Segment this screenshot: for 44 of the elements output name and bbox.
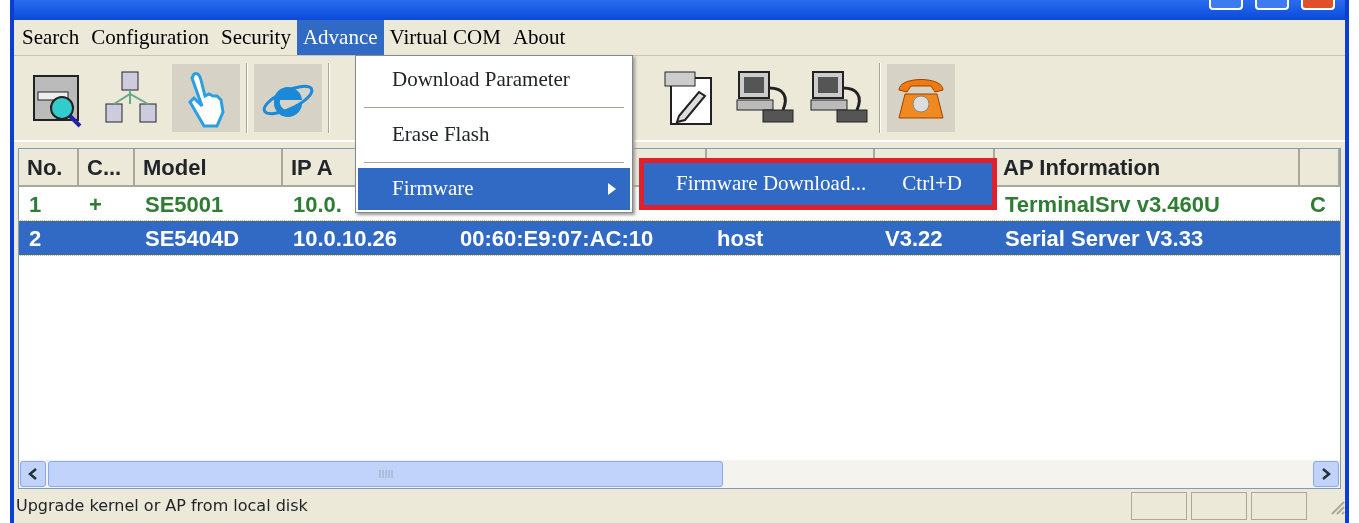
menu-item[interactable]: About [506,20,572,55]
column-header[interactable]: No. [19,149,79,187]
grip-icon [378,470,393,478]
status-panel [1191,492,1247,520]
menu-item[interactable]: Erase Flash [358,113,630,157]
table-cell-text: C [1309,190,1327,219]
scroll-thumb[interactable] [48,461,723,487]
menu-item[interactable]: Search [16,20,86,55]
menu-item[interactable]: Security [214,20,297,55]
maximize-button[interactable] [1255,0,1289,10]
close-button[interactable] [1301,0,1335,10]
column-header[interactable]: AP Information [995,149,1300,187]
menu-item-label: Firmware [392,175,474,203]
horizontal-scrollbar[interactable] [19,460,1340,488]
table-cell-text: host [716,224,765,253]
menu-item[interactable]: Configuration [85,20,215,55]
scroll-left-button[interactable] [20,461,46,487]
column-header[interactable]: C... [79,149,135,187]
scroll-right-button[interactable] [1313,461,1339,487]
menu-item-label: Download Parameter [392,66,570,94]
table-cell-text: V3.22 [884,224,944,253]
submenu-arrow-icon [608,183,616,195]
status-text: Upgrade kernel or AP from local disk [16,495,308,517]
status-panel [1131,492,1187,520]
menu-item-label: Firmware Download... [676,170,867,198]
table-cell-text: SE5001 [144,190,225,219]
shortcut-text: Ctrl+D [902,170,962,198]
table-cell-text: 1 [28,190,43,219]
table-cell-text: + [88,190,103,219]
menu-item[interactable]: Firmware [358,168,630,210]
table-row[interactable]: 2 SE5404D 10.0.10.26 00:60:E9:07:AC:10 host V3.22 Serial Server V3.33 [19,221,1340,255]
status-panel [1251,492,1307,520]
table-cell-text: Serial Server V3.33 [1004,224,1205,253]
table-cell-text: 00:60:E9:07:AC:10 [459,224,655,253]
table-cell-text: SE5404D [144,224,241,253]
menu-item[interactable]: Download Parameter [358,58,630,102]
minimize-button[interactable] [1209,0,1243,10]
table-cell-text: 10.0.10.26 [292,224,398,253]
menu-item-label: Erase Flash [392,121,490,149]
column-header[interactable]: Model [135,149,283,187]
menu-item[interactable]: Advance [296,20,384,55]
menu-item[interactable]: Virtual COM [383,20,507,55]
table-cell-text: 2 [28,224,43,253]
table-cell-text: TerminalSrv v3.460U [1004,190,1221,219]
